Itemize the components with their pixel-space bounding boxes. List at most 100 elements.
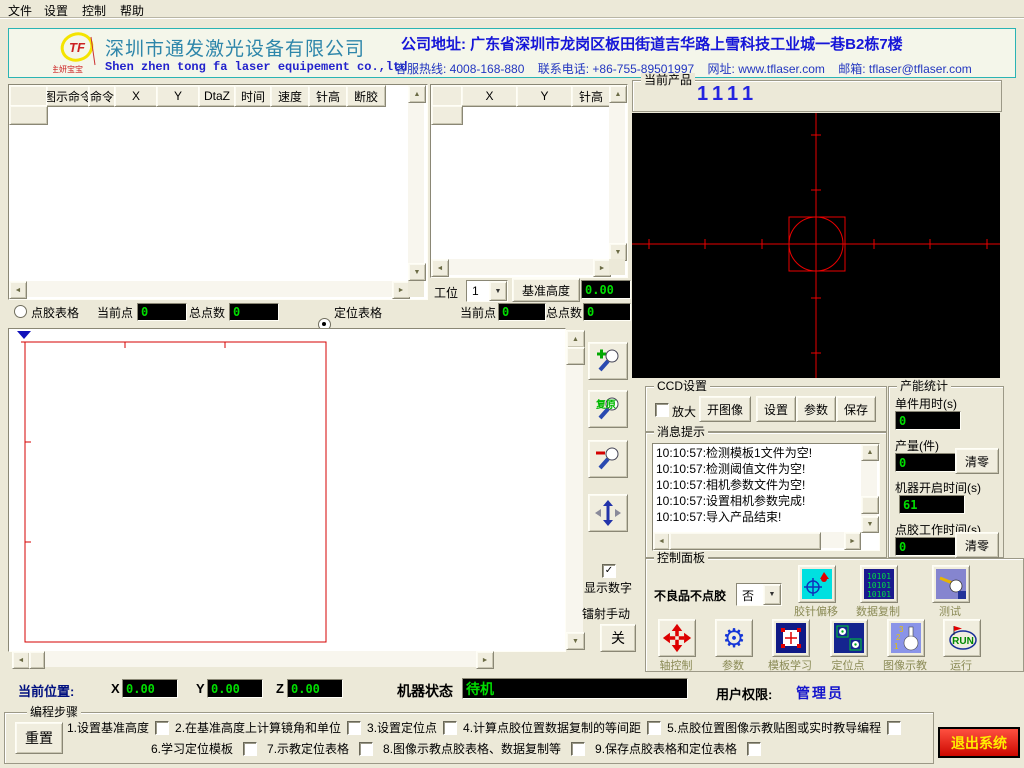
ccd-zoom-checkbox[interactable] (655, 403, 669, 417)
website[interactable]: 网址: www.tflaser.com (708, 62, 825, 76)
dispense-scroll-up[interactable]: ▲ (408, 85, 426, 103)
template-learn-button[interactable] (772, 619, 810, 657)
email[interactable]: 邮箱: tflaser@tflaser.com (838, 62, 972, 76)
svg-text:2: 2 (896, 633, 901, 642)
params-button[interactable]: ⚙ (715, 619, 753, 657)
step-7-checkbox[interactable] (359, 742, 373, 756)
step-9-checkbox[interactable] (747, 742, 761, 756)
step-1-checkbox[interactable] (155, 721, 169, 735)
unit-time-label: 单件用时(s) (895, 395, 957, 412)
ccd-open-image-button[interactable]: 开图像 (699, 396, 751, 422)
dispense-table-radio[interactable] (14, 305, 27, 318)
position-col-y[interactable]: Y (516, 85, 573, 107)
message-title: 消息提示 (654, 425, 708, 439)
company-logo-icon: TF 主妍宝宝 (53, 31, 105, 75)
position-hscroll (431, 259, 609, 275)
data-copy-label: 数据复制 (848, 603, 908, 619)
dispense-col-break[interactable]: 断胶 (346, 85, 386, 107)
message-scroll-up[interactable]: ▲ (861, 444, 879, 461)
position-vscroll (609, 85, 625, 259)
test-button[interactable] (932, 565, 970, 603)
canvas-scroll-up[interactable]: ▲ (566, 330, 585, 348)
canvas-scroll-right[interactable]: ► (476, 651, 494, 669)
data-copy-icon: 10101 10101 10101 (864, 569, 894, 599)
ccd-save-button[interactable]: 保存 (836, 396, 876, 422)
position-table: X Y 针高 ▲ ▼ ◄ ► (430, 84, 628, 278)
steps-row1: 1.设置基准高度 2.在基准高度上计算镜角和单位 3.设置定位点 4.计算点胶位… (67, 719, 901, 736)
position-scroll-up[interactable]: ▲ (609, 85, 627, 103)
base-height-button[interactable]: 基准高度 (512, 278, 580, 302)
position-col-needle[interactable]: 针高 (571, 85, 611, 107)
machine-state-value: 待机 (462, 678, 688, 699)
machine-state-label: 机器状态 (397, 681, 453, 701)
step-4-checkbox[interactable] (647, 721, 661, 735)
dispense-col-speed[interactable]: 速度 (270, 85, 310, 107)
canvas-hscroll-thumb[interactable] (29, 651, 45, 669)
company-name-cn: 深圳市通发激光设备有限公司 (105, 34, 365, 61)
dispense-col-rowhdr[interactable] (9, 85, 48, 107)
message-listbox[interactable]: 10:10:57:检测模板1文件为空! 10:10:57:检测阈值文件为空! 1… (652, 443, 880, 551)
step-5-checkbox[interactable] (887, 721, 901, 735)
dispense-col-icon-cmd[interactable]: 图示命令 (46, 85, 90, 107)
step-3-checkbox[interactable] (443, 721, 457, 735)
ng-select[interactable]: 否 ▼ (736, 583, 782, 606)
ng-select-arrow[interactable]: ▼ (763, 584, 781, 605)
dispense-col-dtaz[interactable]: DtaZ (198, 85, 236, 107)
needle-offset-label: 胶针偏移 (786, 603, 846, 619)
locate-point-button[interactable] (830, 619, 868, 657)
message-scroll-down[interactable]: ▼ (861, 516, 879, 533)
canvas-scroll-left[interactable]: ◄ (12, 651, 30, 669)
position-col-x[interactable]: X (461, 85, 518, 107)
exit-system-button[interactable]: 退出系统 (938, 727, 1020, 758)
step-2: 2.在基准高度上计算镜角和单位 (175, 719, 341, 736)
camera-crosshair (632, 113, 1000, 378)
zoom-restore-button[interactable]: 复原 (588, 390, 628, 428)
dispense-col-x[interactable]: X (114, 85, 158, 107)
laser-switch-button[interactable]: 关 (600, 624, 636, 652)
dispense-scroll-left[interactable]: ◄ (9, 281, 27, 299)
svg-text:复原: 复原 (595, 398, 616, 411)
step-9: 9.保存点胶表格和定位表格 (595, 740, 737, 757)
axis-control-button[interactable] (658, 619, 696, 657)
data-copy-button[interactable]: 10101 10101 10101 (860, 565, 898, 603)
dispense-col-y[interactable]: Y (156, 85, 200, 107)
message-scroll-left[interactable]: ◄ (653, 532, 670, 550)
output-clear-button[interactable]: 清零 (955, 448, 999, 474)
message-vscroll-thumb[interactable] (861, 496, 879, 514)
zoom-out-button[interactable] (588, 440, 628, 478)
message-line: 10:10:57:检测阈值文件为空! (656, 461, 812, 477)
image-teach-button[interactable]: 3 2 1 (887, 619, 925, 657)
show-numbers-checkbox[interactable]: ✓ (602, 564, 616, 578)
station-select[interactable]: 1 ▼ (466, 280, 508, 302)
ccd-settings-button[interactable]: 设置 (756, 396, 796, 422)
dispense-col-cmd[interactable]: 命令 (88, 85, 116, 107)
canvas-scroll-down[interactable]: ▼ (566, 632, 585, 650)
zoom-in-button[interactable] (588, 342, 628, 380)
needle-offset-icon (802, 569, 832, 599)
station-select-arrow[interactable]: ▼ (489, 281, 507, 301)
dispense-col-time[interactable]: 时间 (234, 85, 272, 107)
run-label: 运行 (931, 657, 991, 673)
image-teach-label: 图像示教 (875, 657, 935, 673)
pan-button[interactable] (588, 494, 628, 532)
step-8-checkbox[interactable] (571, 742, 585, 756)
dispense-scroll-down[interactable]: ▼ (408, 263, 426, 281)
run-button[interactable]: RUN (943, 619, 981, 657)
message-hscroll-thumb[interactable] (669, 532, 821, 550)
ng-no-dispense-label: 不良品不点胶 (654, 587, 726, 604)
user-permission-value: 管理员 (796, 683, 844, 703)
steps-title: 编程步骤 (27, 705, 81, 719)
position-current-value: 0 (498, 303, 546, 321)
ccd-params-button[interactable]: 参数 (796, 396, 836, 422)
worktime-clear-button[interactable]: 清零 (955, 532, 999, 558)
step-6-checkbox[interactable] (243, 742, 257, 756)
position-col-rowhdr[interactable] (431, 85, 463, 107)
position-scroll-left[interactable]: ◄ (431, 259, 449, 277)
step-2-checkbox[interactable] (347, 721, 361, 735)
dispense-col-needle[interactable]: 针高 (308, 85, 348, 107)
canvas-vscroll-thumb[interactable] (566, 347, 585, 365)
reset-button[interactable]: 重置 (15, 722, 63, 754)
message-scroll-right[interactable]: ► (844, 532, 861, 550)
needle-offset-button[interactable] (798, 565, 836, 603)
drawing-canvas[interactable] (8, 328, 566, 652)
